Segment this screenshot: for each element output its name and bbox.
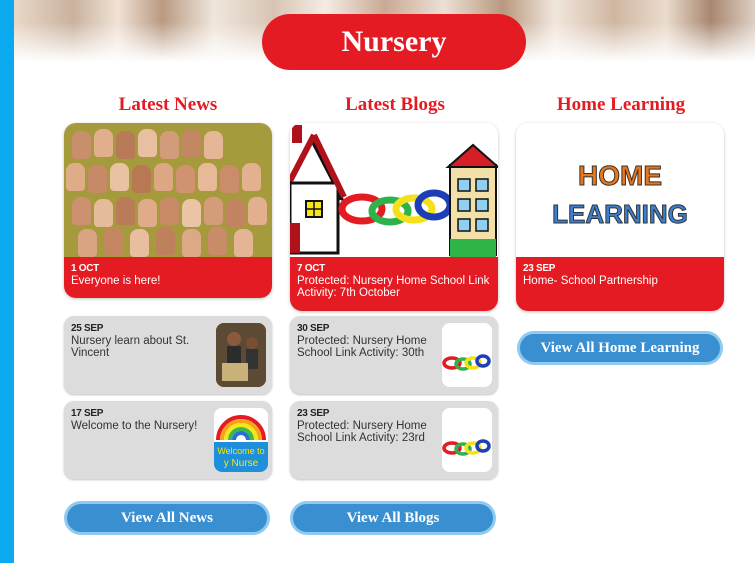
welcome-text-line1: Welcome to xyxy=(217,446,264,456)
view-all-blogs-button[interactable]: View All Blogs xyxy=(290,501,496,535)
blog-item-title: Protected: Nursery Home School Link Acti… xyxy=(297,420,427,444)
view-all-home-learning-button[interactable]: View All Home Learning xyxy=(517,331,723,365)
home-learning-image: HOME LEARNING xyxy=(516,123,724,257)
latest-blogs-heading: Latest Blogs xyxy=(345,94,445,115)
page-title: Nursery xyxy=(262,14,526,70)
class-photo-image xyxy=(64,123,272,257)
blogs-featured-card[interactable]: 7 OCT Protected: Nursery Home School Lin… xyxy=(290,123,498,311)
news-item[interactable]: 25 SEP Nursery learn about St. Vincent xyxy=(64,316,272,394)
blogs-featured-date: 7 OCT xyxy=(297,263,325,274)
blogs-featured-title: Protected: Nursery Home School Link Acti… xyxy=(297,275,490,299)
blog-item-title: Protected: Nursery Home School Link Acti… xyxy=(297,335,427,359)
view-all-news-button[interactable]: View All News xyxy=(64,501,270,535)
welcome-text-line2: y Nurse xyxy=(224,458,259,469)
blog-item[interactable]: 30 SEP Protected: Nursery Home School Li… xyxy=(290,316,498,394)
children-photo-thumbnail xyxy=(216,323,266,387)
left-accent-bar xyxy=(0,0,14,563)
news-featured-title: Everyone is here! xyxy=(71,275,161,287)
news-item-title: Nursery learn about St. Vincent xyxy=(71,335,190,359)
news-featured-date: 1 OCT xyxy=(71,263,99,274)
chain-link-thumbnail xyxy=(442,323,492,387)
blog-item[interactable]: 23 SEP Protected: Nursery Home School Li… xyxy=(290,401,498,479)
blog-item-date: 30 SEP xyxy=(297,323,330,334)
home-learning-featured-card[interactable]: HOME LEARNING 23 SEP Home- School Partne… xyxy=(516,123,724,311)
home-learning-heading: Home Learning xyxy=(556,94,686,115)
latest-news-heading: Latest News xyxy=(118,94,218,115)
news-item-title: Welcome to the Nursery! xyxy=(71,420,198,432)
news-item-date: 17 SEP xyxy=(71,408,104,419)
learning-word-art: LEARNING xyxy=(552,199,688,229)
home-word-art: HOME xyxy=(578,160,662,191)
home-learning-featured-date: 23 SEP xyxy=(523,263,556,274)
home-school-link-image xyxy=(290,123,498,257)
chain-link-thumbnail xyxy=(442,408,492,472)
home-learning-featured-title: Home- School Partnership xyxy=(523,275,658,287)
news-featured-card[interactable]: 1 OCT Everyone is here! xyxy=(64,123,272,298)
news-item-date: 25 SEP xyxy=(71,323,104,334)
news-item[interactable]: 17 SEP Welcome to the Nursery! Welcome t… xyxy=(64,401,272,479)
welcome-rainbow-thumbnail: Welcome to y Nurse xyxy=(214,408,268,472)
blog-item-date: 23 SEP xyxy=(297,408,330,419)
